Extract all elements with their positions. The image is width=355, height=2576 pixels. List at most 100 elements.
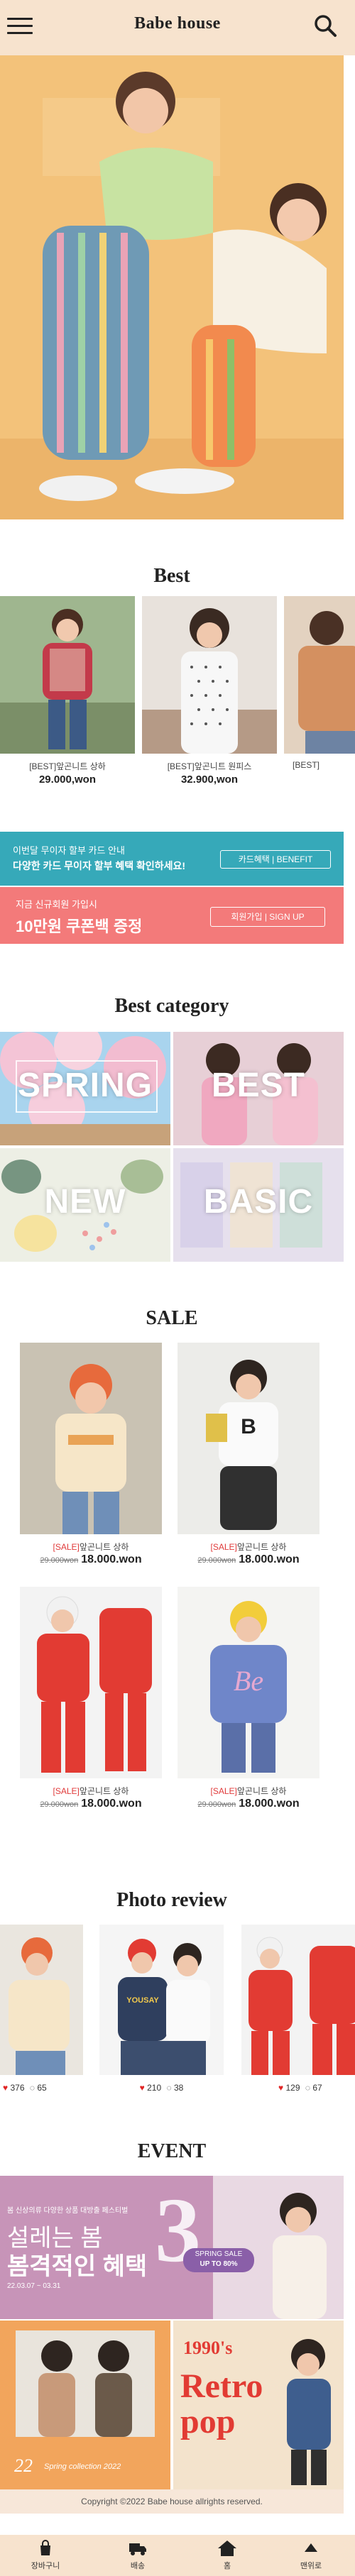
card-benefit-banner[interactable]: 이번달 무이자 할부 카드 안내 다양한 카드 무이자 할부 혜택 확인하세요!… xyxy=(0,832,344,886)
product-image: B xyxy=(178,1343,320,1534)
comment-count: 65 xyxy=(37,2083,47,2093)
like-count: 210 xyxy=(147,2083,162,2093)
collection-text: Spring collection 2022 xyxy=(44,2462,121,2471)
product-name: [SALE]앞곤니트 상하 xyxy=(20,1785,162,1797)
svg-text:B: B xyxy=(241,1415,256,1438)
tab-cart[interactable]: 장바구니 xyxy=(17,2539,74,2571)
comment-icon[interactable]: ◌ xyxy=(305,2083,310,2093)
event-small-text: 봄 신상의류 다양한 상품 대방출 페스티벌 xyxy=(7,2207,129,2215)
heart-icon[interactable]: ♥ xyxy=(3,2083,8,2093)
sale-product-card[interactable]: B [SALE]앞곤니트 상하 29.000won 18.000.won xyxy=(178,1343,320,1566)
banner-signup-line1: 지금 신규회원 가입시 xyxy=(16,899,97,910)
product-name-text: 앞곤니트 상하 xyxy=(236,1786,287,1796)
top-header: Babe house xyxy=(0,0,355,55)
product-image: Be xyxy=(178,1587,320,1778)
retro-line1: 1990's xyxy=(183,2338,233,2358)
review-card[interactable]: ♥ 376 ◌ 65 xyxy=(0,1925,83,2093)
tab-label: 배송 xyxy=(130,2562,146,2570)
search-icon[interactable] xyxy=(312,13,338,38)
product-price: 29.000won 18.000.won xyxy=(20,1553,162,1566)
review-stats: ♥ 376 ◌ 65 xyxy=(0,2083,83,2093)
product-card[interactable]: [BEST]앞곤니트 원피스 32.900,won xyxy=(142,596,277,786)
hero-banner[interactable] xyxy=(0,55,344,519)
spring-sale-event-banner[interactable]: 봄 신상의류 다양한 상품 대방출 페스티벌 설레는 봄 봄격적인 혜택 22.… xyxy=(0,2176,344,2319)
category-spring[interactable]: SPRING xyxy=(0,1032,170,1145)
product-price: 29.000won 18.000.won xyxy=(178,1798,320,1810)
section-title-best-category: Best category xyxy=(114,995,229,1017)
signup-button[interactable]: 회원가입 | SIGN UP xyxy=(210,907,325,927)
comment-icon[interactable]: ◌ xyxy=(167,2083,172,2093)
card-benefit-button[interactable]: 카드혜택 | BENEFIT xyxy=(220,850,331,869)
retro-pop-event-banner[interactable]: 1990's Retro pop xyxy=(173,2321,344,2489)
product-image xyxy=(142,596,277,754)
sale-price: 18.000.won xyxy=(81,1798,142,1810)
product-name: [SALE]앞곤니트 상하 xyxy=(20,1541,162,1553)
product-name: [SALE]앞곤니트 상하 xyxy=(178,1785,320,1797)
category-best[interactable]: BEST xyxy=(173,1032,344,1145)
sale-product-card[interactable]: Be [SALE]앞곤니트 상하 29.000won 18.000.won xyxy=(178,1587,320,1810)
sale-price: 18.000.won xyxy=(81,1553,142,1565)
event-photo xyxy=(213,2176,344,2319)
retro-line2: Retro xyxy=(180,2367,263,2405)
product-name: [SALE]앞곤니트 상하 xyxy=(178,1541,320,1553)
truck-icon xyxy=(129,2543,146,2555)
sale-tag: [SALE] xyxy=(210,1542,237,1552)
event-badge-line2: UP TO 80% xyxy=(200,2260,238,2268)
svg-text:YOUSAY: YOUSAY xyxy=(126,1996,159,2005)
product-card[interactable]: [BEST] xyxy=(284,596,355,770)
collection-number: 22 xyxy=(14,2455,33,2476)
banner-signup-line2: 10만원 쿠폰백 증정 xyxy=(16,918,143,935)
comment-icon[interactable]: ◌ xyxy=(30,2083,35,2093)
tab-top[interactable]: 맨위로 xyxy=(283,2539,339,2571)
signup-banner[interactable]: 지금 신규회원 가입시 10만원 쿠폰백 증정 회원가입 | SIGN UP xyxy=(0,887,344,944)
tab-label: 장바구니 xyxy=(31,2562,60,2570)
product-card[interactable]: [BEST]앞곤니트 상하 29.000,won xyxy=(0,596,135,786)
review-image xyxy=(0,1925,83,2075)
review-card[interactable]: ♥ 129 ◌ 67 xyxy=(241,1925,355,2093)
heart-icon[interactable]: ♥ xyxy=(278,2083,283,2093)
hero-photo xyxy=(0,55,344,519)
review-image: YOUSAY xyxy=(99,1925,224,2075)
section-title-photo-review: Photo review xyxy=(116,1889,227,1911)
product-name-text: 앞곤니트 상하 xyxy=(79,1786,129,1796)
old-price: 29.000won xyxy=(40,1556,79,1565)
sale-tag: [SALE] xyxy=(53,1542,80,1552)
sale-price: 18.000.won xyxy=(239,1798,300,1810)
like-count: 129 xyxy=(285,2083,300,2093)
category-new[interactable]: NEW xyxy=(0,1148,170,1262)
sale-product-card[interactable]: [SALE]앞곤니트 상하 29.000won 18.000.won xyxy=(20,1343,162,1566)
section-title-event: EVENT xyxy=(137,2140,207,2162)
tab-delivery[interactable]: 배송 xyxy=(109,2539,166,2571)
tab-home[interactable]: 홈 xyxy=(199,2539,256,2571)
copyright: Copyright ©2022 Babe house allrights res… xyxy=(0,2489,344,2514)
comment-count: 38 xyxy=(173,2083,184,2093)
like-count: 376 xyxy=(10,2083,25,2093)
category-label: NEW xyxy=(44,1183,126,1221)
tab-label: 홈 xyxy=(223,2562,231,2570)
event-date: 22.03.07 ~ 03.31 xyxy=(7,2282,61,2290)
banner-card-line2: 다양한 카드 무이자 할부 혜택 확인하세요! xyxy=(13,860,186,871)
sale-product-card[interactable]: [SALE]앞곤니트 상하 29.000won 18.000.won xyxy=(20,1587,162,1810)
photo-review-carousel[interactable]: ♥ 376 ◌ 65 YOUSAY ♥ 210 ◌ 38 ♥ 129 ◌ 67 xyxy=(0,1925,355,2109)
category-label: BEST xyxy=(211,1067,305,1104)
event-badge: SPRING SALE UP TO 80% xyxy=(183,2248,254,2272)
cart-icon xyxy=(40,2540,50,2555)
product-image xyxy=(0,596,135,754)
best-product-carousel[interactable]: [BEST]앞곤니트 상하 29.000,won [BEST]앞곤니트 원피스 … xyxy=(0,596,355,788)
collection-event-banner[interactable]: 22 Spring collection 2022 xyxy=(0,2321,170,2489)
heart-icon[interactable]: ♥ xyxy=(140,2083,145,2093)
bottom-tab-bar: 장바구니 배송 홈 맨위로 xyxy=(0,2535,355,2576)
review-image xyxy=(241,1925,355,2075)
product-price: 29.000won 18.000.won xyxy=(178,1553,320,1566)
banner-card-line1: 이번달 무이자 할부 카드 안내 xyxy=(13,845,125,856)
home-icon xyxy=(218,2541,236,2556)
old-price: 29.000won xyxy=(197,1800,236,1809)
category-basic[interactable]: BASIC xyxy=(173,1148,344,1262)
old-price: 29.000won xyxy=(197,1556,236,1565)
section-title-best: Best xyxy=(153,565,190,587)
product-name: [BEST]앞곤니트 원피스 xyxy=(167,761,252,771)
event-badge-line1: SPRING SALE xyxy=(195,2250,243,2258)
site-title[interactable]: Babe house xyxy=(0,14,355,33)
product-name-text: 앞곤니트 상하 xyxy=(79,1542,129,1552)
review-card[interactable]: YOUSAY ♥ 210 ◌ 38 xyxy=(99,1925,224,2093)
